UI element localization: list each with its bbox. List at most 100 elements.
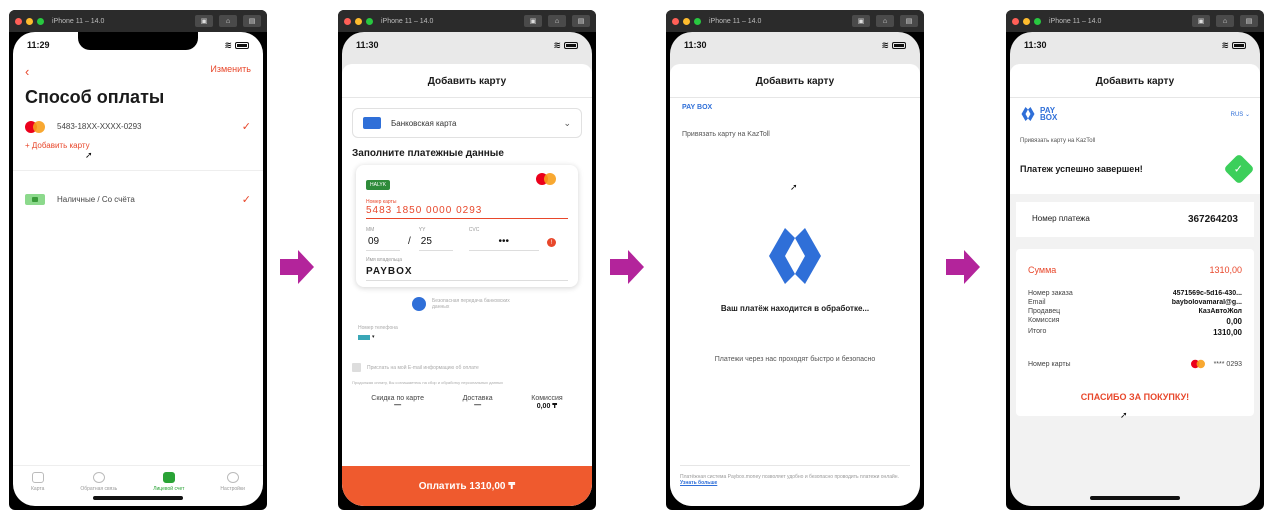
time: 11:30 bbox=[684, 40, 707, 50]
status-bar: 11:30 ≋ bbox=[1010, 32, 1260, 58]
tab-feedback[interactable]: Обратная связь bbox=[80, 472, 117, 492]
processing-text: Ваш платёж находится в обработке... bbox=[720, 304, 870, 313]
terms-text[interactable]: Продолжая оплату, Вы соглашаетесь на сбо… bbox=[342, 372, 592, 385]
simulator-bar: iPhone 11 – 14.0 ▣ ⌂ ▤ bbox=[338, 10, 596, 32]
language-select[interactable]: RUS ⌄ bbox=[1231, 111, 1250, 118]
gear-icon bbox=[226, 472, 239, 483]
checkbox[interactable] bbox=[352, 363, 361, 372]
close-dot[interactable] bbox=[344, 17, 351, 25]
edit-link[interactable]: Изменить bbox=[210, 64, 251, 79]
payment-type-select[interactable]: Банковская карта ⌄ bbox=[352, 108, 582, 138]
mastercard-icon bbox=[25, 120, 45, 133]
back-chevron-icon[interactable]: ‹ bbox=[25, 64, 29, 79]
bind-card-text: Привязать карту на KazToll bbox=[1020, 138, 1096, 144]
battery-icon bbox=[235, 41, 249, 49]
home-icon[interactable]: ⌂ bbox=[1216, 15, 1234, 27]
flag-icon bbox=[358, 334, 370, 340]
phone-1: iPhone 11 – 14.0 ▣ ⌂ ▤ 11:29 ≋ ‹ Изменить … bbox=[9, 10, 267, 510]
pay-button[interactable]: Оплатить 1310,00 ₸ bbox=[342, 466, 592, 506]
zoom-dot[interactable] bbox=[1034, 17, 1041, 25]
success-text: Платеж успешно завершен! bbox=[1020, 164, 1143, 174]
zoom-dot[interactable] bbox=[694, 17, 701, 25]
rotate-icon[interactable]: ▤ bbox=[572, 15, 590, 27]
rotate-icon[interactable]: ▤ bbox=[900, 15, 918, 27]
chat-icon bbox=[92, 472, 105, 483]
payment-number-value: 367264203 bbox=[1187, 214, 1238, 225]
sum-label: Сумма bbox=[1028, 265, 1057, 275]
email-option-label: Прислать на мой E-mail информацию об опл… bbox=[367, 364, 479, 371]
screen-payment-method: 11:29 ≋ ‹ Изменить Способ оплаты 5483-18… bbox=[13, 32, 263, 506]
phone-country-select[interactable]: ▾ bbox=[358, 333, 382, 341]
simulator-title: iPhone 11 – 14.0 bbox=[709, 17, 762, 25]
tab-label: Лицевой счет bbox=[153, 486, 185, 492]
card-value: **** 0293 bbox=[1213, 360, 1242, 368]
home-icon[interactable]: ⌂ bbox=[219, 15, 237, 27]
close-dot[interactable] bbox=[672, 17, 679, 25]
card-number-row: Номер карты **** 0293 bbox=[1028, 338, 1242, 376]
home-indicator bbox=[93, 496, 183, 500]
minimize-dot[interactable] bbox=[683, 17, 690, 25]
row-label: Комиссия bbox=[1028, 317, 1060, 324]
section-title: Заполните платежные данные bbox=[352, 148, 504, 159]
receipt-sheet: Добавить карту PAY BOX RUS ⌄ Привязать ка… bbox=[1010, 64, 1260, 506]
screenshot-icon[interactable]: ▣ bbox=[195, 15, 213, 27]
zoom-dot[interactable] bbox=[37, 17, 44, 25]
status-bar: 11:30 ≋ bbox=[670, 32, 920, 58]
screenshot-icon[interactable]: ▣ bbox=[1192, 15, 1210, 27]
secure-text: Безопасная передача банковских данных bbox=[432, 298, 510, 310]
credit-card-icon bbox=[363, 117, 381, 129]
close-dot[interactable] bbox=[1012, 17, 1019, 25]
sheet-title: Добавить карту bbox=[342, 64, 592, 98]
cvc-input[interactable]: ••• bbox=[468, 233, 539, 251]
tab-bar: Карта Обратная связь Лицевой счет Настро… bbox=[13, 465, 263, 492]
minimize-dot[interactable] bbox=[26, 17, 33, 25]
add-card-link[interactable]: + Добавить карту bbox=[13, 139, 263, 171]
sum-row: Сумма 1310,00 bbox=[1028, 259, 1242, 289]
processing-sheet: Добавить карту PAY BOX Привязать карту н… bbox=[670, 64, 920, 506]
home-icon[interactable]: ⌂ bbox=[548, 15, 566, 27]
success-check-icon: ✓ bbox=[1223, 153, 1255, 185]
info-icon[interactable]: ! bbox=[546, 238, 556, 247]
wifi-icon: ≋ bbox=[553, 39, 561, 50]
holder-input[interactable]: PAYBOX bbox=[366, 263, 568, 281]
mastercard-icon bbox=[1190, 359, 1205, 369]
success-row: Платеж успешно завершен! ✓ bbox=[1010, 152, 1260, 194]
rotate-icon[interactable]: ▤ bbox=[1240, 15, 1258, 27]
row-label: Email bbox=[1028, 299, 1046, 306]
language-value: RUS bbox=[1230, 111, 1244, 118]
learn-more-link[interactable]: Узнать больше bbox=[680, 480, 717, 486]
phone-4: iPhone 11 – 14.0 ▣ ⌂ ▤ 11:30 ≋ Добавить ка… bbox=[1006, 10, 1264, 510]
month-input[interactable]: 09 bbox=[366, 233, 400, 251]
saved-card-row[interactable]: 5483-18XX-XXXX-0293 ✓ bbox=[13, 114, 263, 139]
close-dot[interactable] bbox=[15, 17, 22, 25]
card-form: HALYK Номер карты 5483 1850 0000 0293 ММ… bbox=[356, 165, 578, 287]
row-label: Итого bbox=[1028, 328, 1047, 335]
tab-account[interactable]: Лицевой счет bbox=[153, 472, 184, 492]
card-number-input[interactable]: 5483 1850 0000 0293 bbox=[366, 205, 568, 219]
minimize-dot[interactable] bbox=[1023, 17, 1030, 25]
home-icon[interactable]: ⌂ bbox=[876, 15, 894, 27]
tab-card[interactable]: Карта bbox=[31, 472, 44, 492]
row-value: baybolovamaral@g... bbox=[1171, 299, 1242, 306]
zoom-dot[interactable] bbox=[366, 17, 373, 25]
minimize-dot[interactable] bbox=[355, 17, 362, 25]
cash-icon bbox=[25, 194, 45, 205]
year-input[interactable]: 25 bbox=[418, 233, 453, 251]
receipt: Сумма 1310,00 Номер заказа 4571569c-5d16-… bbox=[1016, 249, 1254, 416]
logo-text: BOX bbox=[1040, 113, 1058, 122]
simulator-title: iPhone 11 – 14.0 bbox=[381, 17, 434, 25]
bind-card-text: Привязать карту на KazToll bbox=[682, 131, 770, 138]
wifi-icon: ≋ bbox=[1221, 39, 1229, 50]
flow-arrow-icon bbox=[946, 250, 980, 284]
date-separator: / bbox=[408, 236, 411, 247]
payment-number-label: Номер платежа bbox=[1032, 214, 1090, 223]
tab-settings[interactable]: Настройки bbox=[220, 472, 245, 492]
cash-row[interactable]: Наличные / Со счёта ✓ bbox=[13, 171, 263, 212]
screenshot-icon[interactable]: ▣ bbox=[524, 15, 542, 27]
time: 11:30 bbox=[356, 40, 379, 50]
rotate-icon[interactable]: ▤ bbox=[243, 15, 261, 27]
email-option[interactable]: Прислать на мой E-mail информацию об опл… bbox=[342, 343, 592, 372]
bank-logo: HALYK bbox=[366, 180, 391, 190]
screenshot-icon[interactable]: ▣ bbox=[852, 15, 870, 27]
row-value: 1310,00 bbox=[1213, 328, 1242, 337]
